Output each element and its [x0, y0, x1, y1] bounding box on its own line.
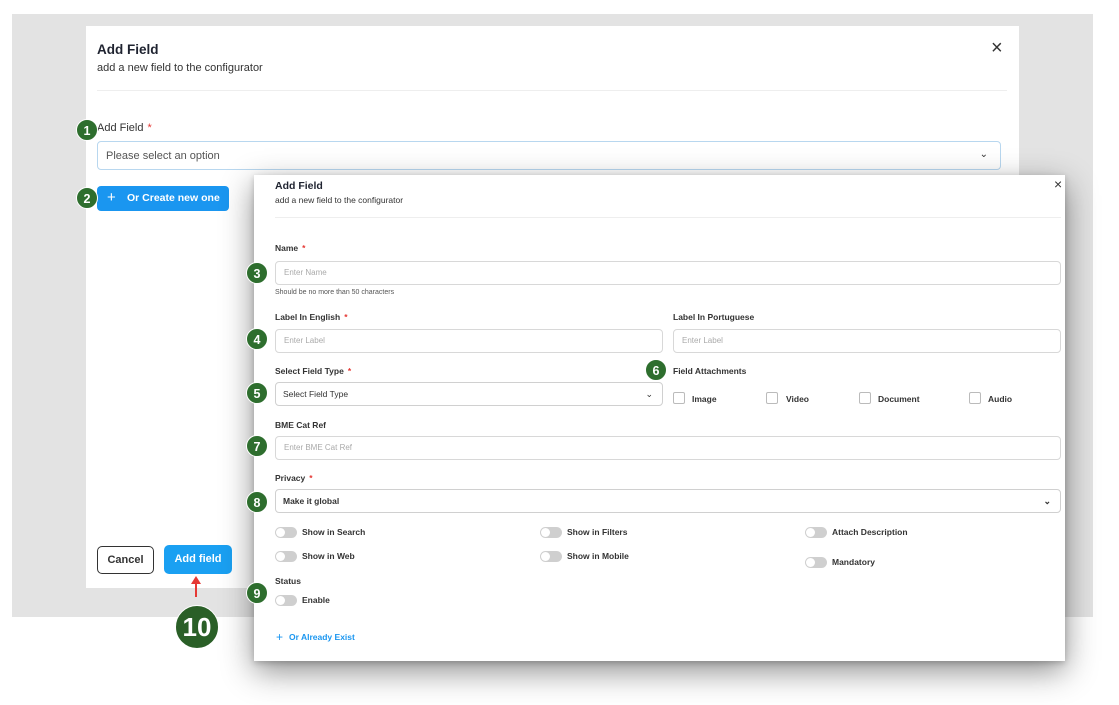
label-english-label: Label In English * [275, 312, 348, 322]
add-field-select[interactable]: Please select an option ⌄ [97, 141, 1001, 170]
show-in-web-toggle[interactable] [275, 551, 297, 562]
step-marker-1: 1 [76, 119, 98, 141]
attachment-audio-checkbox[interactable] [969, 392, 981, 404]
step-marker-4: 4 [246, 328, 268, 350]
step-marker-5: 5 [246, 382, 268, 404]
mandatory-toggle[interactable] [805, 557, 827, 568]
field-attachments-label: Field Attachments [673, 366, 747, 376]
step-marker-10: 10 [175, 605, 219, 649]
divider [97, 90, 1007, 91]
plus-icon: + [276, 630, 284, 644]
attachment-document-label: Document [878, 394, 920, 404]
mandatory-label: Mandatory [832, 557, 875, 567]
show-in-mobile-toggle[interactable] [540, 551, 562, 562]
label-portuguese-label: Label In Portuguese [673, 312, 755, 322]
status-enable-label: Enable [302, 595, 330, 605]
status-label: Status [275, 576, 301, 586]
show-in-search-toggle[interactable] [275, 527, 297, 538]
step-marker-6: 6 [645, 359, 667, 381]
step-marker-9: 9 [246, 582, 268, 604]
attachment-audio-label: Audio [988, 394, 1013, 404]
attachment-document-checkbox[interactable] [859, 392, 871, 404]
step-marker-3: 3 [246, 262, 268, 284]
name-input[interactable]: Enter Name [275, 261, 1061, 285]
attach-description-label: Attach Description [832, 527, 908, 537]
already-exist-link[interactable]: + Or Already Exist [276, 630, 355, 644]
create-field-dialog: Add Field add a new field to the configu… [254, 175, 1065, 661]
field-type-select[interactable]: Select Field Type ⌄ [275, 382, 663, 406]
dialog-subtitle: add a new field to the configurator [275, 195, 404, 205]
show-in-mobile-label: Show in Mobile [567, 551, 629, 561]
attachment-image-checkbox[interactable] [673, 392, 685, 404]
dialog-subtitle: add a new field to the configurator [97, 62, 263, 74]
step-marker-2: 2 [76, 187, 98, 209]
show-in-web-label: Show in Web [302, 551, 355, 561]
name-label: Name * [275, 243, 306, 253]
plus-icon: + [107, 189, 116, 206]
dialog-title: Add Field [97, 42, 159, 57]
field-type-label: Select Field Type * [275, 366, 352, 376]
privacy-value: Make it global [283, 496, 340, 506]
chevron-down-icon: ⌄ [979, 149, 988, 160]
status-enable-toggle[interactable] [275, 595, 297, 606]
field-type-value: Select Field Type [283, 389, 349, 399]
attachment-video-label: Video [786, 394, 809, 404]
chevron-down-icon: ⌄ [645, 389, 653, 399]
bme-label: BME Cat Ref [275, 420, 327, 430]
show-in-filters-label: Show in Filters [567, 527, 628, 537]
close-icon[interactable]: × [1054, 176, 1062, 192]
cancel-button[interactable]: Cancel [97, 546, 154, 574]
divider [275, 217, 1061, 218]
label-portuguese-input[interactable]: Enter Label [673, 329, 1061, 353]
dialog-title: Add Field [275, 180, 323, 192]
show-in-search-label: Show in Search [302, 527, 366, 537]
step-marker-7: 7 [246, 435, 268, 457]
arrow-line [195, 583, 197, 597]
bme-input[interactable]: Enter BME Cat Ref [275, 436, 1061, 460]
add-field-label: Add Field * [97, 122, 152, 134]
create-new-button[interactable]: + Or Create new one [97, 186, 229, 211]
chevron-down-icon: ⌄ [1043, 496, 1051, 506]
attachment-image-label: Image [692, 394, 717, 404]
show-in-filters-toggle[interactable] [540, 527, 562, 538]
label-english-input[interactable]: Enter Label [275, 329, 663, 353]
close-icon[interactable]: × [991, 38, 1003, 58]
name-hint: Should be no more than 50 characters [275, 289, 395, 296]
attachment-video-checkbox[interactable] [766, 392, 778, 404]
privacy-select[interactable]: Make it global ⌄ [275, 489, 1061, 513]
add-field-button[interactable]: Add field [164, 545, 232, 574]
select-placeholder: Please select an option [106, 150, 220, 162]
privacy-label: Privacy * [275, 473, 313, 483]
step-marker-8: 8 [246, 491, 268, 513]
create-new-label: Or Create new one [127, 192, 220, 204]
attach-description-toggle[interactable] [805, 527, 827, 538]
